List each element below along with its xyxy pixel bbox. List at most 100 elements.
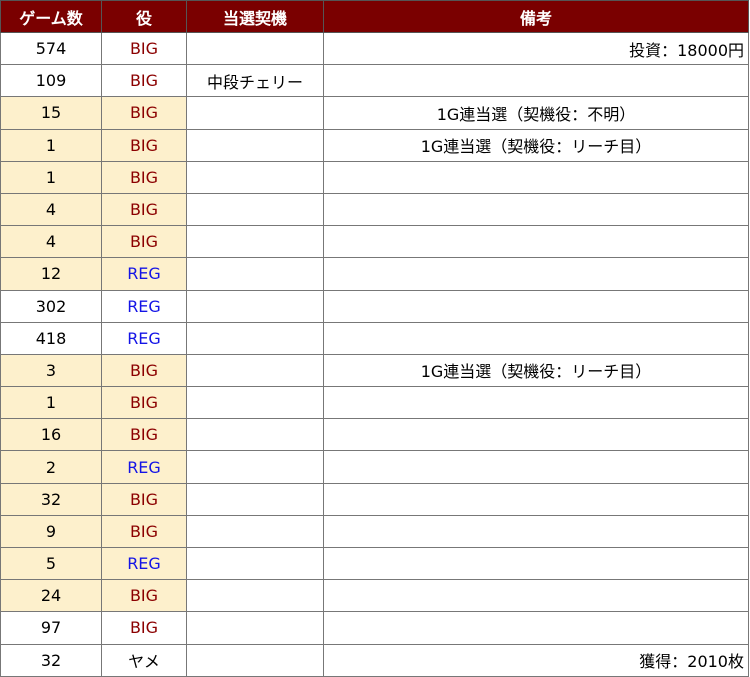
game-count-cell: 4: [0, 225, 102, 259]
role-cell: BIG: [101, 64, 187, 98]
game-count-cell: 302: [0, 289, 102, 323]
game-count-cell: 32: [0, 643, 102, 677]
role-cell: REG: [101, 257, 187, 291]
trigger-cell: [186, 546, 324, 581]
table-row: 109 BIG 中段チェリー: [0, 64, 749, 98]
trigger-cell: [186, 386, 324, 420]
header-trigger: 当選契機: [186, 0, 324, 33]
table-body: 574 BIG 投資：18000円 109 BIG 中段チェリー 15 BIG 1G連当選（契機…: [0, 31, 749, 677]
game-count-cell: 1: [0, 160, 102, 194]
note-cell: [323, 289, 749, 323]
trigger-cell: [186, 611, 324, 645]
table-row: 32 BIG: [0, 482, 749, 516]
role-cell: BIG: [101, 192, 187, 227]
note-cell: [323, 482, 749, 516]
note-cell: 投資：18000円: [323, 31, 749, 66]
role-cell: BIG: [101, 386, 187, 420]
game-count-cell: 5: [0, 546, 102, 581]
trigger-cell: [186, 321, 324, 355]
note-cell: [323, 225, 749, 259]
table-row: 1 BIG: [0, 160, 749, 194]
role-cell: BIG: [101, 418, 187, 452]
table-row: 16 BIG: [0, 418, 749, 452]
trigger-cell: [186, 579, 324, 613]
role-cell: BIG: [101, 353, 187, 388]
game-count-cell: 16: [0, 418, 102, 452]
role-cell: BIG: [101, 160, 187, 194]
table-row: 9 BIG: [0, 514, 749, 549]
role-cell: BIG: [101, 96, 187, 130]
table-row: 4 BIG: [0, 225, 749, 259]
note-cell: [323, 611, 749, 645]
note-cell: 獲得：2010枚: [323, 643, 749, 677]
trigger-cell: [186, 289, 324, 323]
note-cell: 1G連当選（契機役：リーチ目）: [323, 353, 749, 388]
role-cell: BIG: [101, 611, 187, 645]
game-count-cell: 24: [0, 579, 102, 613]
game-count-cell: 1: [0, 128, 102, 162]
table-row: 15 BIG 1G連当選（契機役：不明）: [0, 96, 749, 130]
trigger-cell: [186, 643, 324, 677]
game-count-cell: 109: [0, 64, 102, 98]
note-cell: [323, 418, 749, 452]
game-count-cell: 15: [0, 96, 102, 130]
note-cell: 1G連当選（契機役：リーチ目）: [323, 128, 749, 162]
game-count-cell: 2: [0, 450, 102, 484]
trigger-cell: [186, 450, 324, 484]
trigger-cell: [186, 482, 324, 516]
bonus-history-table: ゲーム数 役 当選契機 備考 574 BIG 投資：18000円 109 BIG 中段チェ…: [0, 0, 749, 677]
note-cell: [323, 192, 749, 227]
note-cell: [323, 579, 749, 613]
game-count-cell: 574: [0, 31, 102, 66]
game-count-cell: 9: [0, 514, 102, 549]
table-row: 5 REG: [0, 546, 749, 581]
role-cell: BIG: [101, 514, 187, 549]
trigger-cell: [186, 353, 324, 388]
note-cell: [323, 160, 749, 194]
table-header-row: ゲーム数 役 当選契機 備考: [0, 0, 749, 33]
note-cell: 1G連当選（契機役：不明）: [323, 96, 749, 130]
table-row: 97 BIG: [0, 611, 749, 645]
table-row: 32 ヤメ 獲得：2010枚: [0, 643, 749, 677]
role-cell: BIG: [101, 579, 187, 613]
trigger-cell: [186, 257, 324, 291]
table-row: 302 REG: [0, 289, 749, 323]
role-cell: BIG: [101, 31, 187, 66]
role-cell: BIG: [101, 225, 187, 259]
note-cell: [323, 257, 749, 291]
table-row: 2 REG: [0, 450, 749, 484]
table-row: 12 REG: [0, 257, 749, 291]
header-role: 役: [101, 0, 187, 33]
game-count-cell: 418: [0, 321, 102, 355]
table-row: 24 BIG: [0, 579, 749, 613]
game-count-cell: 97: [0, 611, 102, 645]
trigger-cell: [186, 514, 324, 549]
role-cell: REG: [101, 546, 187, 581]
header-game-count: ゲーム数: [0, 0, 102, 33]
note-cell: [323, 321, 749, 355]
table-row: 574 BIG 投資：18000円: [0, 31, 749, 66]
table-row: 1 BIG: [0, 386, 749, 420]
note-cell: [323, 514, 749, 549]
note-cell: [323, 546, 749, 581]
table-row: 1 BIG 1G連当選（契機役：リーチ目）: [0, 128, 749, 162]
game-count-cell: 1: [0, 386, 102, 420]
role-cell: REG: [101, 289, 187, 323]
note-cell: [323, 386, 749, 420]
header-note: 備考: [323, 0, 749, 33]
trigger-cell: [186, 418, 324, 452]
role-cell: BIG: [101, 128, 187, 162]
trigger-cell: [186, 192, 324, 227]
trigger-cell: 中段チェリー: [186, 64, 324, 98]
table-row: 4 BIG: [0, 192, 749, 227]
table-row: 418 REG: [0, 321, 749, 355]
game-count-cell: 32: [0, 482, 102, 516]
role-cell: BIG: [101, 482, 187, 516]
trigger-cell: [186, 128, 324, 162]
table-row: 3 BIG 1G連当選（契機役：リーチ目）: [0, 353, 749, 388]
trigger-cell: [186, 160, 324, 194]
game-count-cell: 4: [0, 192, 102, 227]
note-cell: [323, 450, 749, 484]
role-cell: REG: [101, 321, 187, 355]
game-count-cell: 12: [0, 257, 102, 291]
